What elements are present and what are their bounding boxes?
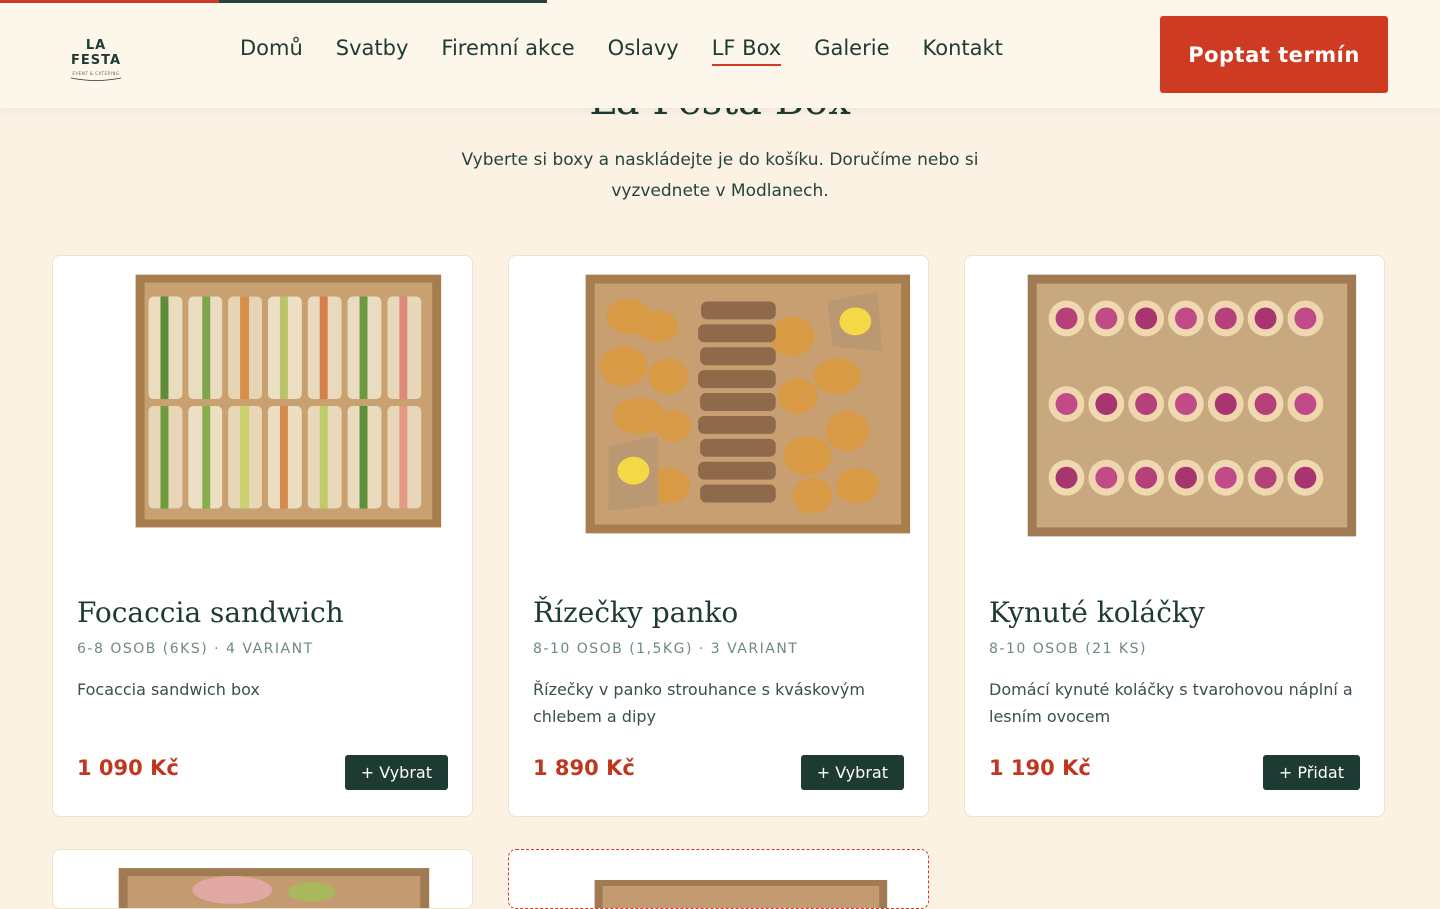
nav-item-firemni-akce[interactable]: Firemní akce xyxy=(441,36,574,64)
product-meta: 8-10 OSOB (21 KS) xyxy=(989,641,1147,657)
product-card[interactable] xyxy=(508,849,929,909)
logo[interactable]: LA FESTA EVENT & CATERING xyxy=(60,38,132,82)
box-photo xyxy=(594,880,888,908)
nav-item-galerie[interactable]: Galerie xyxy=(814,36,889,64)
nav-item-svatby[interactable]: Svatby xyxy=(336,36,409,64)
box-photo xyxy=(118,868,430,908)
product-description: Domácí kynuté koláčky s tvarohovou nápln… xyxy=(989,680,1353,726)
logo-swoosh-icon xyxy=(70,77,122,81)
pridat-button[interactable]: + Přidat xyxy=(1262,755,1360,790)
schnitzel-box-photo xyxy=(585,274,911,534)
product-meta: 6-8 OSOB (6KS) · 4 VARIANT xyxy=(77,641,314,657)
scroll-progress-bar xyxy=(0,0,548,3)
product-card[interactable]: Kynuté koláčky 8-10 OSOB (21 KS) Domácí … xyxy=(964,255,1385,817)
product-card[interactable] xyxy=(52,849,473,909)
intro-text: Vyberte si boxy a naskládejte je do koší… xyxy=(430,145,1010,207)
product-price: 1 890 Kč xyxy=(533,756,635,780)
vybrat-button[interactable]: + Vybrat xyxy=(344,755,448,790)
product-description: Řízečky v panko strouhance s kváskovým c… xyxy=(533,680,865,726)
nav-item-lf-box[interactable]: LF Box xyxy=(711,36,781,66)
product-description: Focaccia sandwich box xyxy=(77,680,260,699)
kolache-box-photo xyxy=(1027,274,1357,537)
site-header: LA FESTA EVENT & CATERING Domů Svatby Fi… xyxy=(0,0,1440,108)
intro-line-1: Vyberte si boxy a naskládejte je do koší… xyxy=(461,150,979,170)
product-meta: 8-10 OSOB (1,5KG) · 3 VARIANT xyxy=(533,641,799,657)
poptat-termin-button[interactable]: Poptat termín xyxy=(1160,16,1388,93)
logo-text: LA FESTA xyxy=(70,38,122,68)
product-title: Řízečky panko xyxy=(533,596,739,629)
product-card[interactable]: Focaccia sandwich 6-8 OSOB (6KS) · 4 VAR… xyxy=(52,255,473,817)
sandwich-box-photo xyxy=(135,274,442,528)
nav-item-oslavy[interactable]: Oslavy xyxy=(608,36,679,64)
product-card[interactable]: Řízečky panko 8-10 OSOB (1,5KG) · 3 VARI… xyxy=(508,255,929,817)
vybrat-button[interactable]: + Vybrat xyxy=(800,755,904,790)
product-price: 1 190 Kč xyxy=(989,756,1091,780)
nav-item-kontakt[interactable]: Kontakt xyxy=(923,36,1003,64)
product-title: Kynuté koláčky xyxy=(989,596,1205,629)
product-title: Focaccia sandwich xyxy=(77,596,344,629)
intro-line-2: vyzvednete v Modlanech. xyxy=(611,181,829,201)
product-price: 1 090 Kč xyxy=(77,756,179,780)
main-nav: Domů Svatby Firemní akce Oslavy LF Box G… xyxy=(240,36,1003,66)
nav-item-domu[interactable]: Domů xyxy=(240,36,303,64)
